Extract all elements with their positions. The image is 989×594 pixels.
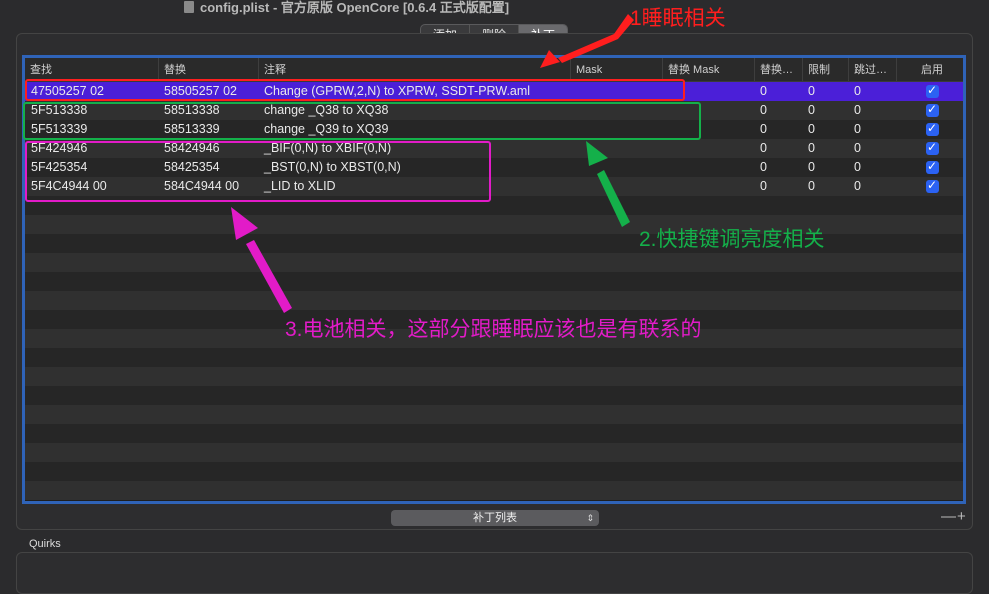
battery-arrow	[246, 240, 292, 313]
sleep-arrow	[558, 14, 634, 63]
battery-annotation-text: 3.电池相关，这部分跟睡眠应该也是有联系的	[285, 318, 702, 341]
sleep-annotation-text: 1睡眠相关	[630, 7, 726, 30]
hotkey-arrow-head	[586, 141, 608, 166]
battery-arrow-head	[231, 207, 258, 240]
hotkey-arrow	[597, 170, 630, 227]
sleep-arrow-head	[540, 50, 560, 68]
hotkey-annotation-text: 2.快捷键调亮度相关	[639, 228, 825, 251]
annotation-arrows	[231, 14, 634, 313]
